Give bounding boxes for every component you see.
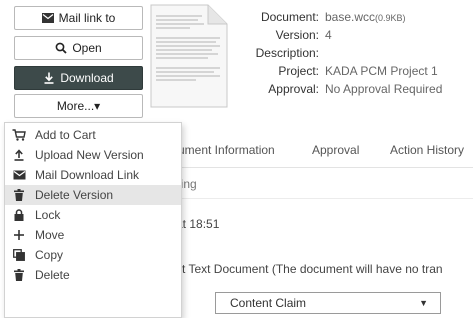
project-value: KADA PCM Project 1: [325, 64, 438, 78]
menu-item-delete-version[interactable]: Delete Version: [5, 185, 181, 205]
approval-value: No Approval Required: [325, 82, 443, 96]
meta-row-approval: Approval: No Approval Required: [230, 80, 473, 98]
move-icon: [12, 228, 26, 242]
more-button[interactable]: More...▾: [14, 94, 143, 118]
menu-item-copy[interactable]: Copy: [5, 245, 181, 265]
lock-icon: [12, 208, 26, 222]
menu-item-delete[interactable]: Delete: [5, 265, 181, 285]
cart-icon: [12, 128, 26, 142]
open-label: Open: [72, 41, 102, 55]
meta-row-version: Version: 4: [230, 26, 473, 44]
tab-divider: [150, 167, 473, 168]
project-label: Project:: [278, 64, 319, 78]
menu-item-label: Delete Version: [35, 188, 114, 202]
meta-row-project: Project: KADA PCM Project 1: [230, 62, 473, 80]
menu-item-add-to-cart[interactable]: Add to Cart: [5, 125, 181, 145]
document-label: Document:: [260, 10, 319, 24]
menu-item-lock[interactable]: Lock: [5, 205, 181, 225]
menu-item-mail-download-link[interactable]: Mail Download Link: [5, 165, 181, 185]
content-claim-value: Content Claim: [230, 296, 307, 310]
dropdown-arrow-icon: ▼: [419, 298, 428, 308]
menu-item-upload-new-version[interactable]: Upload New Version: [5, 145, 181, 165]
document-size: (0.9KB): [375, 13, 406, 23]
meta-row-document: Document: base.wcc(0.9KB): [230, 8, 473, 26]
document-type-text: t Text Document (The document will have …: [182, 262, 443, 276]
version-value: 4: [325, 28, 332, 42]
document-metadata: Document: base.wcc(0.9KB) Version: 4 Des…: [230, 8, 473, 98]
subtab-divider: [150, 198, 473, 199]
document-thumbnail: [150, 4, 228, 108]
trash-icon: [12, 188, 26, 202]
download-label: Download: [60, 71, 114, 85]
menu-item-label: Copy: [35, 248, 64, 262]
trash-icon: [12, 268, 26, 282]
more-dropdown-menu: Add to Cart Upload New Version Mail Down…: [4, 122, 182, 318]
version-label: Version:: [275, 28, 319, 42]
copy-icon: [12, 248, 26, 262]
upload-icon: [12, 148, 26, 162]
download-icon: [43, 72, 55, 84]
document-filename: base.wcc: [325, 10, 376, 24]
mail-link-button[interactable]: Mail link to: [14, 6, 143, 30]
tab-action-history[interactable]: Action History: [390, 138, 464, 162]
menu-item-move[interactable]: Move: [5, 225, 181, 245]
menu-item-label: Upload New Version: [35, 148, 144, 162]
description-label: Description:: [255, 46, 319, 60]
content-claim-select[interactable]: Content Claim ▼: [215, 292, 441, 314]
menu-item-label: Delete: [35, 268, 70, 282]
tab-approval[interactable]: Approval: [312, 138, 359, 162]
menu-item-label: Add to Cart: [35, 128, 96, 142]
download-button[interactable]: Download: [14, 66, 143, 90]
more-label: More...▾: [56, 99, 101, 113]
menu-item-label: Lock: [35, 208, 61, 222]
mail-link-label: Mail link to: [58, 11, 116, 25]
envelope-icon: [41, 12, 54, 24]
modified-time-text: at 18:51: [176, 217, 220, 231]
menu-item-label: Move: [35, 228, 65, 242]
search-icon: [55, 42, 67, 54]
document-value: base.wcc(0.9KB): [325, 8, 406, 27]
approval-label: Approval:: [268, 82, 319, 96]
tab-document-information[interactable]: ument Information: [178, 138, 275, 162]
menu-item-label: Mail Download Link: [35, 168, 140, 182]
mail-icon: [12, 168, 26, 182]
open-button[interactable]: Open: [14, 36, 143, 60]
meta-row-description: Description:: [230, 44, 473, 62]
